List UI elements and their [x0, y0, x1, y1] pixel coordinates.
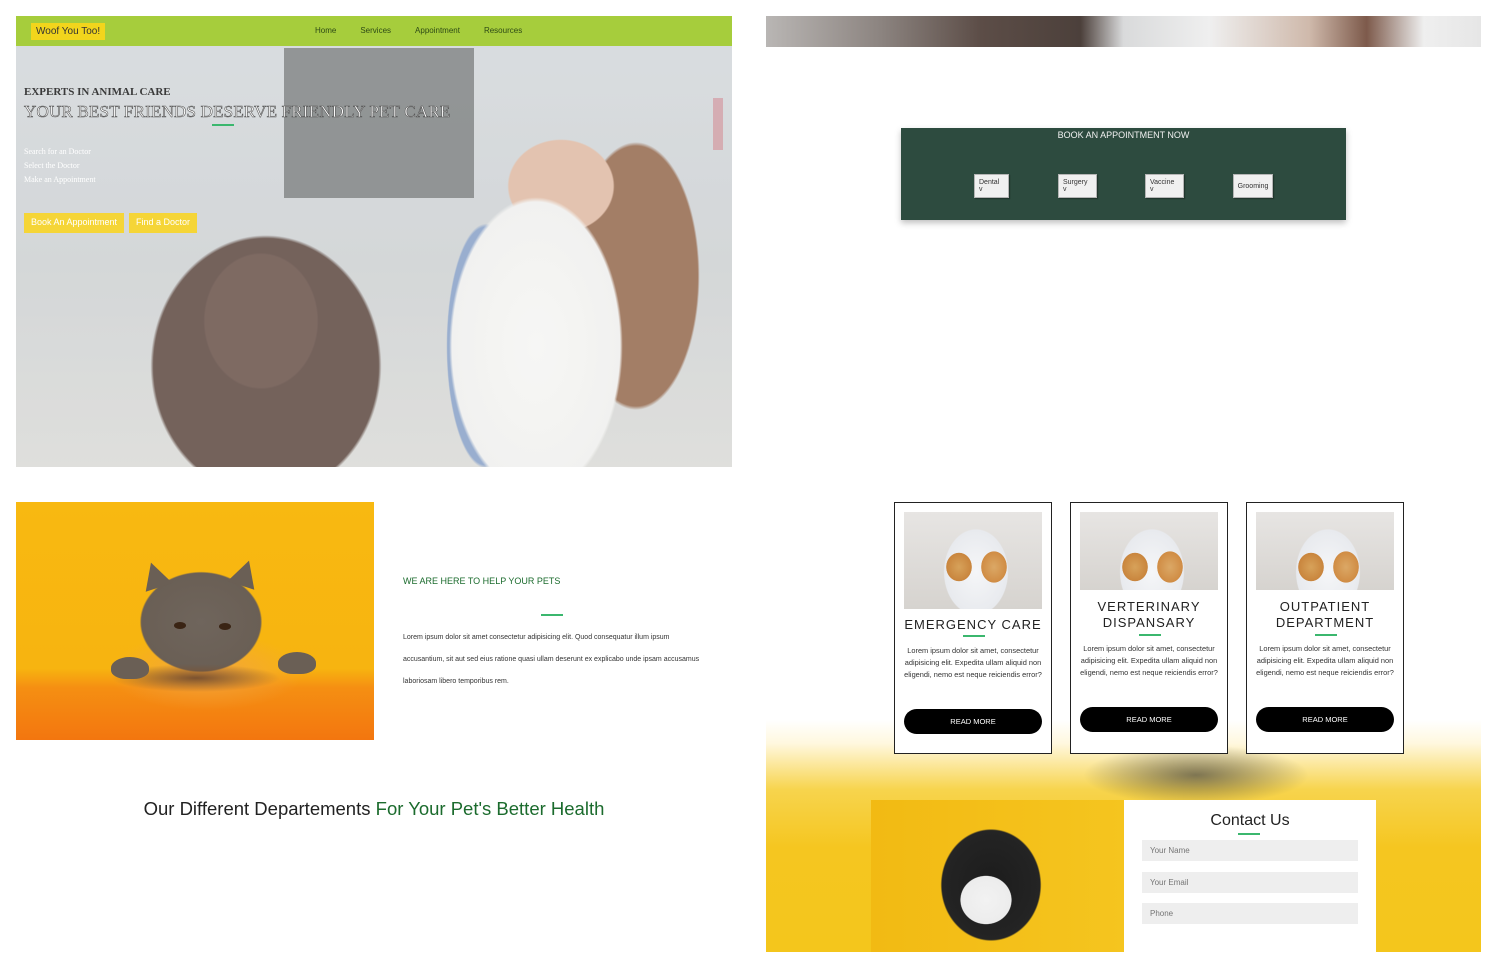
- nav-link-home[interactable]: Home: [315, 26, 336, 35]
- read-more-button[interactable]: READ MORE: [1080, 707, 1218, 732]
- phone-field[interactable]: [1142, 903, 1358, 924]
- hero-section: Woof You Too! Home Services Appointment …: [16, 16, 732, 467]
- booking-panel: BOOK AN APPOINTMENT NOW Dental v Surgery…: [901, 128, 1346, 220]
- nav-links: Home Services Appointment Resources: [315, 26, 546, 35]
- cat-eye-right: [219, 623, 231, 630]
- hero-overlay: [16, 16, 732, 467]
- department-card-emergency: EMERGENCY CARE Lorem ipsum dolor sit ame…: [894, 502, 1052, 754]
- card-text: Lorem ipsum dolor sit amet, consectetur …: [1256, 644, 1394, 677]
- site-logo[interactable]: Woof You Too!: [31, 23, 106, 40]
- card-title: EMERGENCY CARE: [904, 617, 1042, 632]
- department-card-outpatient: OUTPATIENT DEPARTMENT Lorem ipsum dolor …: [1246, 502, 1404, 754]
- card-divider: [1315, 634, 1337, 636]
- hero-divider: [212, 124, 234, 126]
- departments-heading-highlight: For Your Pet's Better Health: [375, 798, 605, 819]
- department-card-dispensary: VERTERINARY DISPANSARY Lorem ipsum dolor…: [1070, 502, 1228, 754]
- find-doctor-button[interactable]: Find a Doctor: [129, 213, 198, 233]
- contact-divider: [1238, 833, 1260, 835]
- contact-section: Contact Us: [871, 800, 1376, 952]
- top-navbar: Woof You Too! Home Services Appointment …: [16, 16, 732, 46]
- hero-steps: Search for an Doctor Select the Doctor M…: [24, 145, 96, 187]
- book-appointment-button[interactable]: Book An Appointment: [24, 213, 125, 233]
- hero-step-2: Select the Doctor: [24, 161, 80, 170]
- read-more-button[interactable]: READ MORE: [1256, 707, 1394, 732]
- about-divider: [541, 614, 563, 616]
- contact-title: Contact Us: [1210, 812, 1290, 829]
- dental-dropdown[interactable]: Dental v: [974, 174, 1009, 198]
- booking-title: BOOK AN APPOINTMENT NOW: [1057, 130, 1190, 140]
- nav-link-services[interactable]: Services: [360, 26, 391, 35]
- card-text: Lorem ipsum dolor sit amet, consectetur …: [1080, 644, 1218, 677]
- cat-ear-left: [137, 558, 173, 592]
- vet-puppy-kitten-photo: [904, 512, 1042, 609]
- email-field[interactable]: [1142, 872, 1358, 893]
- cat-paw-left: [111, 657, 149, 679]
- card-text: Lorem ipsum dolor sit amet, consectetur …: [904, 646, 1042, 679]
- card-divider: [963, 635, 985, 637]
- card-title: VERTERINARY DISPANSARY: [1097, 599, 1201, 630]
- about-body: Lorem ipsum dolor sit amet consectetur a…: [403, 634, 700, 685]
- nav-link-appointment[interactable]: Appointment: [415, 26, 460, 35]
- card-divider: [1139, 634, 1161, 636]
- dog-stethoscope-photo: [871, 800, 1124, 952]
- name-field[interactable]: [1142, 840, 1358, 861]
- departments-heading-plain: Our Different Departements: [143, 798, 376, 819]
- hero-step-3: Make an Appointment: [24, 175, 96, 184]
- vet-puppy-kitten-photo: [1080, 512, 1218, 590]
- hero-eyebrow: EXPERTS IN ANIMAL CARE: [24, 86, 171, 98]
- cat-eye-left: [174, 622, 186, 629]
- hero-headline: YOUR BEST FRIENDS DESERVE FRIENDLY PET C…: [24, 102, 451, 122]
- grooming-dropdown[interactable]: Grooming: [1233, 174, 1273, 198]
- vaccine-dropdown[interactable]: Vaccine v: [1145, 174, 1184, 198]
- nav-link-resources[interactable]: Resources: [484, 26, 522, 35]
- read-more-button[interactable]: READ MORE: [904, 709, 1042, 734]
- vet-puppy-kitten-photo: [1256, 512, 1394, 590]
- hero-step-1: Search for an Doctor: [24, 147, 91, 156]
- surgery-dropdown[interactable]: Surgery v: [1058, 174, 1097, 198]
- card-title: OUTPATIENT DEPARTMENT: [1275, 599, 1375, 630]
- cat-photo: [16, 502, 374, 740]
- cat-paw-right: [278, 652, 316, 674]
- cat-ear-right: [227, 556, 263, 590]
- hero-image-strip: [766, 16, 1481, 47]
- about-heading: WE ARE HERE TO HELP YOUR PETS: [403, 576, 561, 586]
- departments-heading: Our Different Departements For Your Pet'…: [0, 798, 748, 820]
